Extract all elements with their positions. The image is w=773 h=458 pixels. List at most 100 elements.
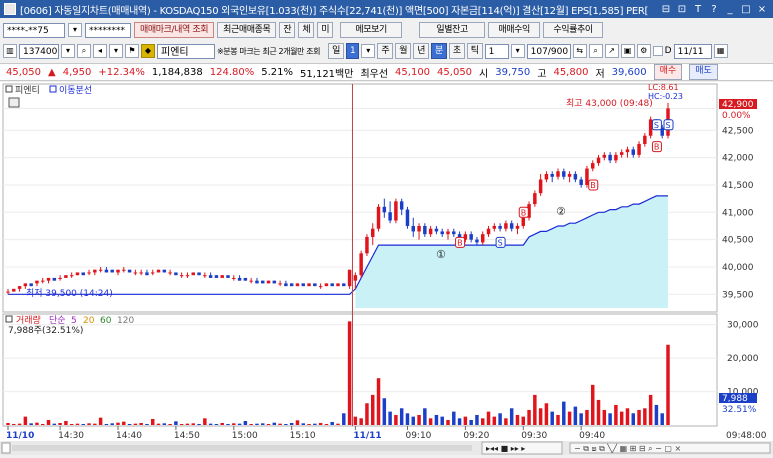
- period-day-button[interactable]: 일: [328, 43, 344, 59]
- candle-body: [110, 269, 114, 273]
- panel-icon[interactable]: ▥: [3, 44, 17, 58]
- close-icon[interactable]: ×: [755, 4, 769, 15]
- scroll-icon[interactable]: ⇆: [572, 44, 587, 58]
- chevron-down-icon[interactable]: ▾: [109, 44, 123, 58]
- interval-input[interactable]: 1: [484, 43, 509, 59]
- sell-button[interactable]: 매도: [689, 64, 718, 80]
- maximize-icon[interactable]: □: [739, 4, 753, 15]
- time-tick-label: 09:40: [579, 431, 605, 441]
- candle-body: [162, 269, 167, 273]
- font-size-icon[interactable]: T: [691, 4, 705, 15]
- chevron-down-icon[interactable]: ▾: [61, 44, 75, 58]
- candle-body: [544, 174, 549, 180]
- current-price: 45,050: [6, 66, 41, 78]
- candle-body: [509, 223, 514, 229]
- trade-marks-tab[interactable]: 매매마크/내역 조회: [134, 22, 215, 38]
- volume-bar: [324, 423, 329, 425]
- pending-button[interactable]: 미: [317, 22, 334, 38]
- indicator-icon[interactable]: ↗: [604, 44, 619, 58]
- calendar-icon[interactable]: ▦: [713, 44, 728, 58]
- chevron-down-icon[interactable]: ▾: [68, 23, 82, 37]
- volume-bar: [226, 423, 230, 425]
- account-input[interactable]: ****-**75: [3, 22, 65, 38]
- daily-balance-button[interactable]: 일별잔고: [419, 22, 486, 38]
- candle-body: [492, 225, 497, 229]
- candle-body: [648, 119, 653, 136]
- price-tick-label: 39,500: [722, 290, 754, 300]
- time-tick-label: 14:30: [58, 431, 84, 441]
- period-year-button[interactable]: 년: [413, 43, 429, 59]
- profit-trend-button[interactable]: 수익률추이: [543, 22, 604, 38]
- candle-body: [249, 280, 253, 282]
- candle-body: [591, 163, 595, 169]
- playback-icons[interactable]: ▸◂◂ ■ ▸▸ ▸: [486, 444, 525, 453]
- sell-mark-label: S: [498, 238, 503, 247]
- chart-svg[interactable]: B SBBBS S 42,50042,00041,50041,00040,50040…: [0, 82, 773, 455]
- memo-button[interactable]: 메모보기: [340, 22, 403, 38]
- candle-body: [139, 272, 143, 274]
- chart-area[interactable]: BSBBBSS 42,500 42,000 41,500 41,000 40,500 40…: [0, 82, 773, 455]
- recent-items-tab[interactable]: 최근매매종목: [217, 22, 277, 38]
- count-field[interactable]: 107/900: [526, 43, 571, 59]
- volume-bar: [371, 394, 375, 425]
- volume-bar: [110, 423, 114, 425]
- zoom-icon[interactable]: ⌕: [588, 44, 603, 58]
- favorite-icon[interactable]: ⚑: [125, 44, 139, 58]
- volume-bar: [203, 418, 207, 425]
- candle-body: [52, 277, 57, 281]
- period-second-button[interactable]: 초: [448, 43, 465, 59]
- volume-bar: [365, 403, 369, 425]
- volume-bar: [388, 411, 392, 425]
- balance-button[interactable]: 잔: [279, 22, 296, 38]
- stock-code-input[interactable]: 137400: [19, 43, 59, 59]
- zoom-icons[interactable]: − ⧉ ⧈ ⧉ ╲╱ ▦ ⊞ ⊟ ⌕ − ▢ ×: [574, 443, 681, 453]
- period-week-button[interactable]: 주: [377, 43, 394, 59]
- volume-bar: [452, 411, 456, 425]
- volume-bar: [81, 423, 85, 425]
- volume-bar: [214, 423, 219, 425]
- volume-bar: [353, 416, 358, 425]
- help-icon[interactable]: ?: [707, 4, 721, 15]
- candle-body: [191, 272, 195, 276]
- volume-bar: [98, 417, 103, 425]
- legend-ma-60: 60: [100, 316, 112, 326]
- scroll-left-icon[interactable]: [1, 442, 11, 454]
- candle-body: [197, 272, 201, 276]
- volume-bar: [411, 416, 415, 425]
- gear-icon[interactable]: ⚙: [636, 44, 651, 58]
- panel-toggle-icon[interactable]: [8, 97, 20, 108]
- volume-bar: [643, 408, 647, 425]
- period-month-button[interactable]: 월: [395, 43, 412, 59]
- buy-mark-label: B: [654, 143, 660, 152]
- volume-bar: [521, 416, 525, 425]
- high-annotation: 최고 43,000 (09:48): [566, 98, 653, 109]
- trade-profit-button[interactable]: 매매수익: [488, 22, 541, 38]
- candle-body: [562, 171, 566, 177]
- buy-button[interactable]: 매수: [653, 64, 683, 80]
- candle-body: [376, 206, 381, 229]
- volume-bar: [515, 414, 520, 425]
- period-tick-button[interactable]: 틱: [466, 43, 483, 59]
- period-minute-button[interactable]: 분: [430, 43, 447, 59]
- date-checkbox[interactable]: [652, 46, 663, 56]
- buy-mark-label: B: [590, 181, 596, 190]
- volume-bar: [272, 422, 277, 425]
- candle-body: [168, 272, 172, 274]
- chevron-down-icon[interactable]: ▾: [510, 44, 525, 58]
- scroll-track[interactable]: [12, 445, 472, 451]
- link-icon[interactable]: ⊟: [659, 4, 673, 15]
- price-tick-label: 42,000: [722, 154, 754, 164]
- date-input[interactable]: 11/11: [673, 43, 712, 59]
- screen-icon[interactable]: ⊡: [675, 4, 689, 15]
- speaker-icon[interactable]: ◂: [93, 44, 107, 58]
- volume-bar: [104, 423, 109, 425]
- password-input[interactable]: ********: [85, 22, 131, 38]
- search-icon[interactable]: ⌕: [77, 44, 91, 58]
- chevron-down-icon[interactable]: ▾: [361, 44, 376, 58]
- volume-bar: [336, 423, 340, 425]
- save-icon[interactable]: ▣: [620, 44, 635, 58]
- period-number-input[interactable]: 1: [345, 43, 360, 59]
- candle-body: [486, 228, 491, 235]
- execution-button[interactable]: 체: [298, 22, 315, 38]
- minimize-icon[interactable]: _: [723, 4, 737, 15]
